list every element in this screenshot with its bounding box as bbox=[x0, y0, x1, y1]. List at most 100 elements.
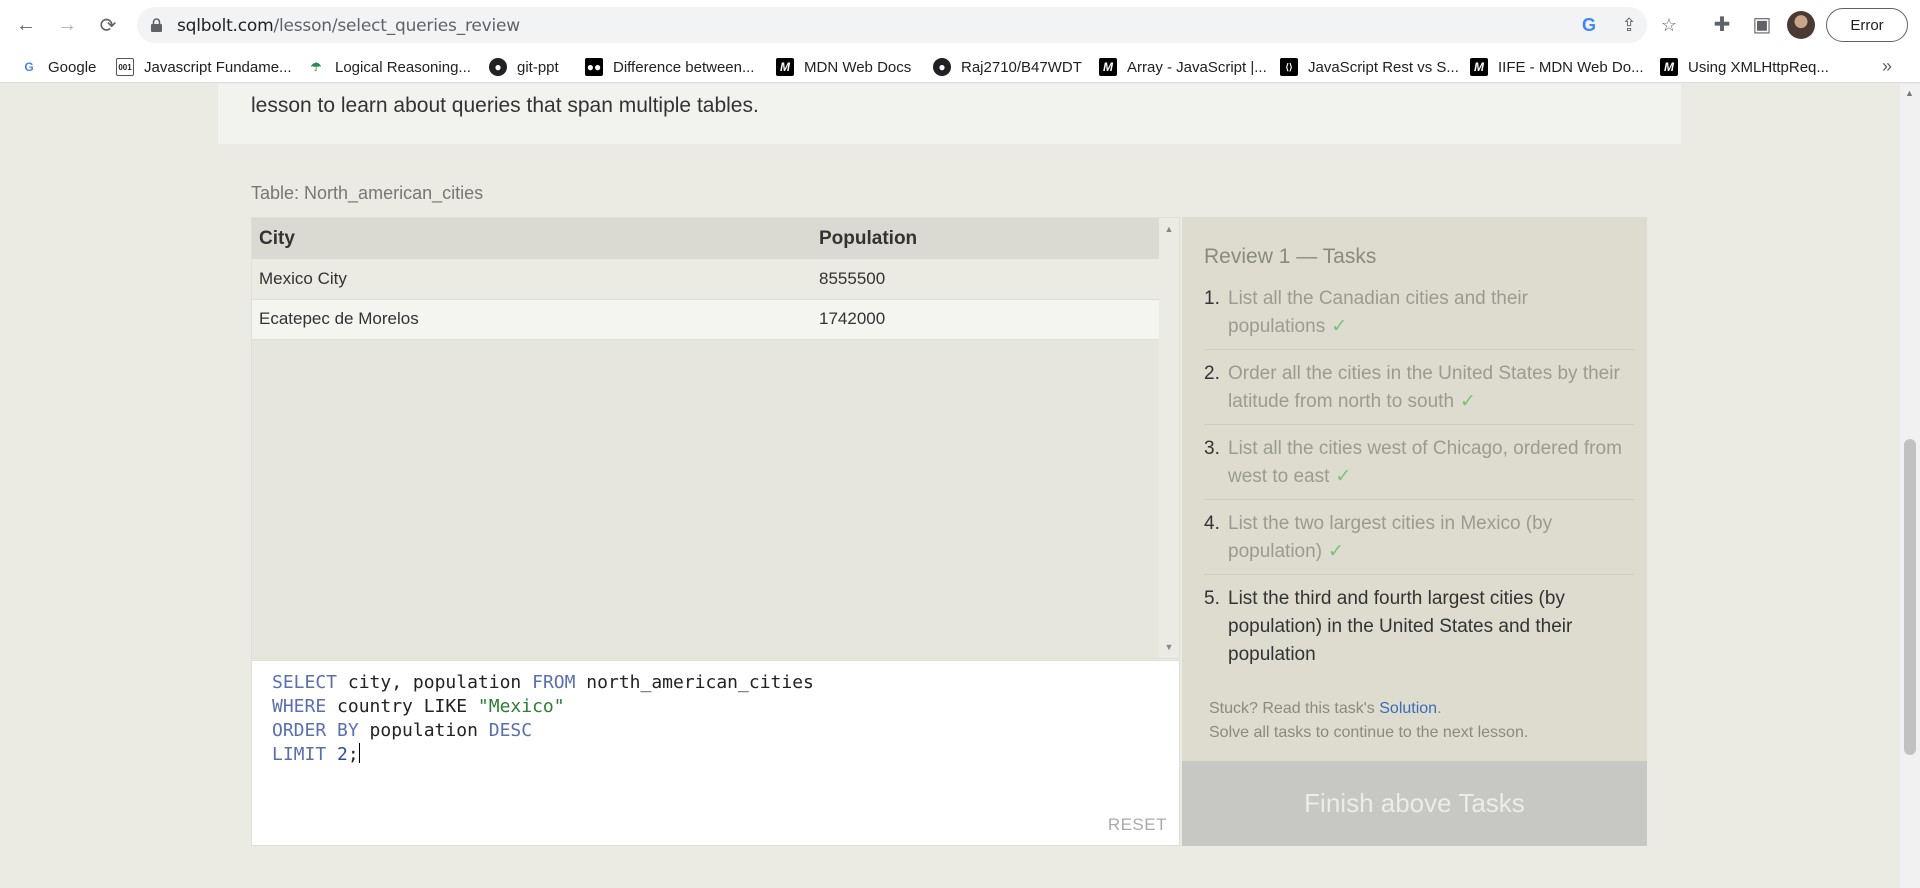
results-table: City Population Mexico City 8555500 Ecat… bbox=[252, 218, 1160, 340]
github-icon: ● bbox=[489, 58, 507, 76]
table-caption: Table: North_american_cities bbox=[251, 183, 484, 203]
checkmark-icon: ✓ bbox=[1328, 541, 1344, 562]
results-scrollbar[interactable]: ▲ ▼ bbox=[1159, 218, 1179, 658]
bookmark-mdn-web-docs[interactable]: M MDN Web Docs bbox=[776, 56, 911, 78]
code-token: population bbox=[358, 720, 489, 741]
checkmark-icon: ✓ bbox=[1335, 466, 1352, 487]
query-results-pane: City Population Mexico City 8555500 Ecat… bbox=[251, 217, 1180, 659]
bookmark-label: IIFE - MDN Web Do... bbox=[1498, 58, 1644, 76]
bookmark-rest-vs-spread[interactable]: ⟨⟩ JavaScript Rest vs S... bbox=[1280, 56, 1459, 78]
bookmark-label: JavaScript Rest vs S... bbox=[1308, 58, 1459, 76]
profile-error-button[interactable]: Error bbox=[1826, 8, 1908, 42]
bookmark-difference-between[interactable]: ●● Difference between... bbox=[585, 56, 754, 78]
sql-editor[interactable]: SELECT city, population FROM north_ameri… bbox=[251, 660, 1180, 846]
bookmark-xmlhttprequest[interactable]: M Using XMLHttpReq... bbox=[1660, 56, 1829, 78]
bookmark-label: Logical Reasoning... bbox=[335, 58, 471, 76]
checkmark-icon: ✓ bbox=[1331, 316, 1348, 337]
code-token: FROM bbox=[532, 672, 576, 693]
code-icon: ⟨⟩ bbox=[1280, 58, 1298, 76]
stuck-suffix: . bbox=[1437, 700, 1442, 717]
page-scroll-thumb[interactable] bbox=[1904, 439, 1916, 755]
code-token: country LIKE bbox=[326, 696, 478, 717]
code-line[interactable]: SELECT city, population FROM north_ameri… bbox=[272, 671, 814, 695]
code-token: "Mexico" bbox=[477, 696, 565, 717]
table-row: Mexico City 8555500 bbox=[252, 259, 1160, 300]
side-panel-icon[interactable]: ▣ bbox=[1750, 13, 1774, 37]
bookmark-raj2710[interactable]: ● Raj2710/B47WDT bbox=[933, 56, 1082, 78]
reload-icon[interactable]: ⟳ bbox=[92, 9, 124, 41]
scroll-down-arrow-icon[interactable]: ▼ bbox=[1164, 642, 1174, 652]
bookmark-array-javascript[interactable]: M Array - JavaScript |... bbox=[1099, 56, 1267, 78]
code-line[interactable]: WHERE country LIKE "Mexico" bbox=[272, 695, 814, 719]
table-header-row: City Population bbox=[252, 218, 1160, 259]
bookmark-label: MDN Web Docs bbox=[804, 58, 912, 76]
bookmark-google[interactable]: G Google bbox=[20, 56, 96, 78]
cell-city: Mexico City bbox=[252, 259, 812, 300]
page-scroll-up-icon[interactable]: ▲ bbox=[1905, 88, 1914, 98]
tasks-panel: Review 1 — Tasks 1. List all the Canadian… bbox=[1182, 217, 1647, 761]
task-item: 1. List all the Canadian cities and their… bbox=[1204, 285, 1634, 350]
bookmark-label: Array - JavaScript |... bbox=[1127, 58, 1267, 76]
google-lens-icon[interactable]: G bbox=[1579, 15, 1599, 35]
cell-population: 8555500 bbox=[812, 259, 1160, 300]
bookmark-iife-mdn[interactable]: M IIFE - MDN Web Do... bbox=[1470, 56, 1644, 78]
back-arrow-icon[interactable]: ← bbox=[10, 9, 42, 41]
address-bar[interactable]: sqlbolt.com/lesson/select_queries_review… bbox=[137, 7, 1677, 43]
code-token: DESC bbox=[488, 720, 533, 741]
table-row: Ecatepec de Morelos 1742000 bbox=[252, 299, 1160, 340]
lesson-intro-text: lesson to learn about queries that span … bbox=[251, 94, 759, 117]
more-bookmarks-chevron-icon[interactable]: » bbox=[1882, 56, 1892, 77]
finish-tasks-button[interactable]: Finish above Tasks bbox=[1182, 761, 1647, 846]
sql-code[interactable]: SELECT city, population FROM north_ameri… bbox=[272, 671, 814, 767]
tasks-title: Review 1 — Tasks bbox=[1204, 245, 1377, 268]
mdn-icon: M bbox=[1660, 58, 1678, 76]
google-icon: G bbox=[24, 60, 34, 74]
share-icon[interactable]: ⇪ bbox=[1619, 15, 1639, 35]
task-item: 2. Order all the cities in the United Sta… bbox=[1204, 360, 1634, 425]
text-cursor bbox=[358, 743, 360, 763]
bookmark-javascript-fundamentals[interactable]: 001 Javascript Fundame... bbox=[116, 56, 292, 78]
github-icon: ● bbox=[933, 58, 951, 76]
bookmark-star-icon[interactable]: ☆ bbox=[1659, 15, 1679, 35]
task-text: List the third and fourth largest cities… bbox=[1228, 588, 1573, 665]
code-line[interactable]: LIMIT 2; bbox=[272, 743, 814, 767]
bookmark-git-ppt[interactable]: ● git-ppt bbox=[489, 56, 559, 78]
lesson-intro: lesson to learn about queries that span … bbox=[218, 84, 1681, 144]
solution-link[interactable]: Solution bbox=[1379, 700, 1437, 717]
page-scrollbar[interactable]: ▲ bbox=[1900, 84, 1920, 888]
avatar[interactable] bbox=[1787, 11, 1815, 39]
medium-icon: ●● bbox=[585, 58, 603, 76]
extensions-icon[interactable]: ✚ bbox=[1710, 13, 1734, 37]
task-number: 1. bbox=[1204, 288, 1220, 309]
forward-arrow-icon[interactable]: → bbox=[51, 9, 83, 41]
task-item: 5. List the third and fourth largest citi… bbox=[1204, 585, 1634, 677]
stuck-prefix: Stuck? Read this task's bbox=[1209, 700, 1380, 717]
bookmark-label: Javascript Fundame... bbox=[144, 58, 292, 76]
bookmark-label: git-ppt bbox=[517, 58, 559, 76]
umbrella-icon: ☂ bbox=[310, 60, 322, 74]
code-token: SELECT bbox=[272, 672, 338, 693]
task-item: 3. List all the cities west of Chicago, o… bbox=[1204, 435, 1634, 500]
checkmark-icon: ✓ bbox=[1460, 391, 1476, 412]
page-content: lesson to learn about queries that span … bbox=[0, 84, 1920, 888]
profile-error-label: Error bbox=[1850, 16, 1884, 34]
bookmark-label: Raj2710/B47WDT bbox=[961, 58, 1082, 76]
code-token: 2 bbox=[337, 744, 348, 765]
code-token: WHERE bbox=[272, 696, 327, 717]
browser-toolbar: ← → ⟳ sqlbolt.com/lesson/select_queries_… bbox=[0, 0, 1920, 50]
bookmark-logical-reasoning[interactable]: ☂ Logical Reasoning... bbox=[307, 56, 471, 78]
task-number: 2. bbox=[1204, 363, 1220, 384]
mdn-icon: M bbox=[1099, 58, 1117, 76]
bookmark-label: Google bbox=[48, 58, 97, 76]
task-list: 1. List all the Canadian cities and their… bbox=[1204, 285, 1634, 687]
code-line[interactable]: ORDER BY population DESC bbox=[272, 719, 814, 743]
stuck-help: Stuck? Read this task's Solution. Solve … bbox=[1209, 697, 1528, 745]
reset-button[interactable]: RESET bbox=[1108, 815, 1167, 835]
scroll-up-arrow-icon[interactable]: ▲ bbox=[1164, 224, 1174, 234]
task-number: 5. bbox=[1204, 588, 1220, 609]
url-text: sqlbolt.com/lesson/select_queries_review bbox=[177, 16, 520, 36]
continue-note: Solve all tasks to continue to the next … bbox=[1209, 724, 1529, 741]
column-header-city: City bbox=[252, 218, 812, 259]
code-token: LIMIT bbox=[272, 744, 327, 765]
